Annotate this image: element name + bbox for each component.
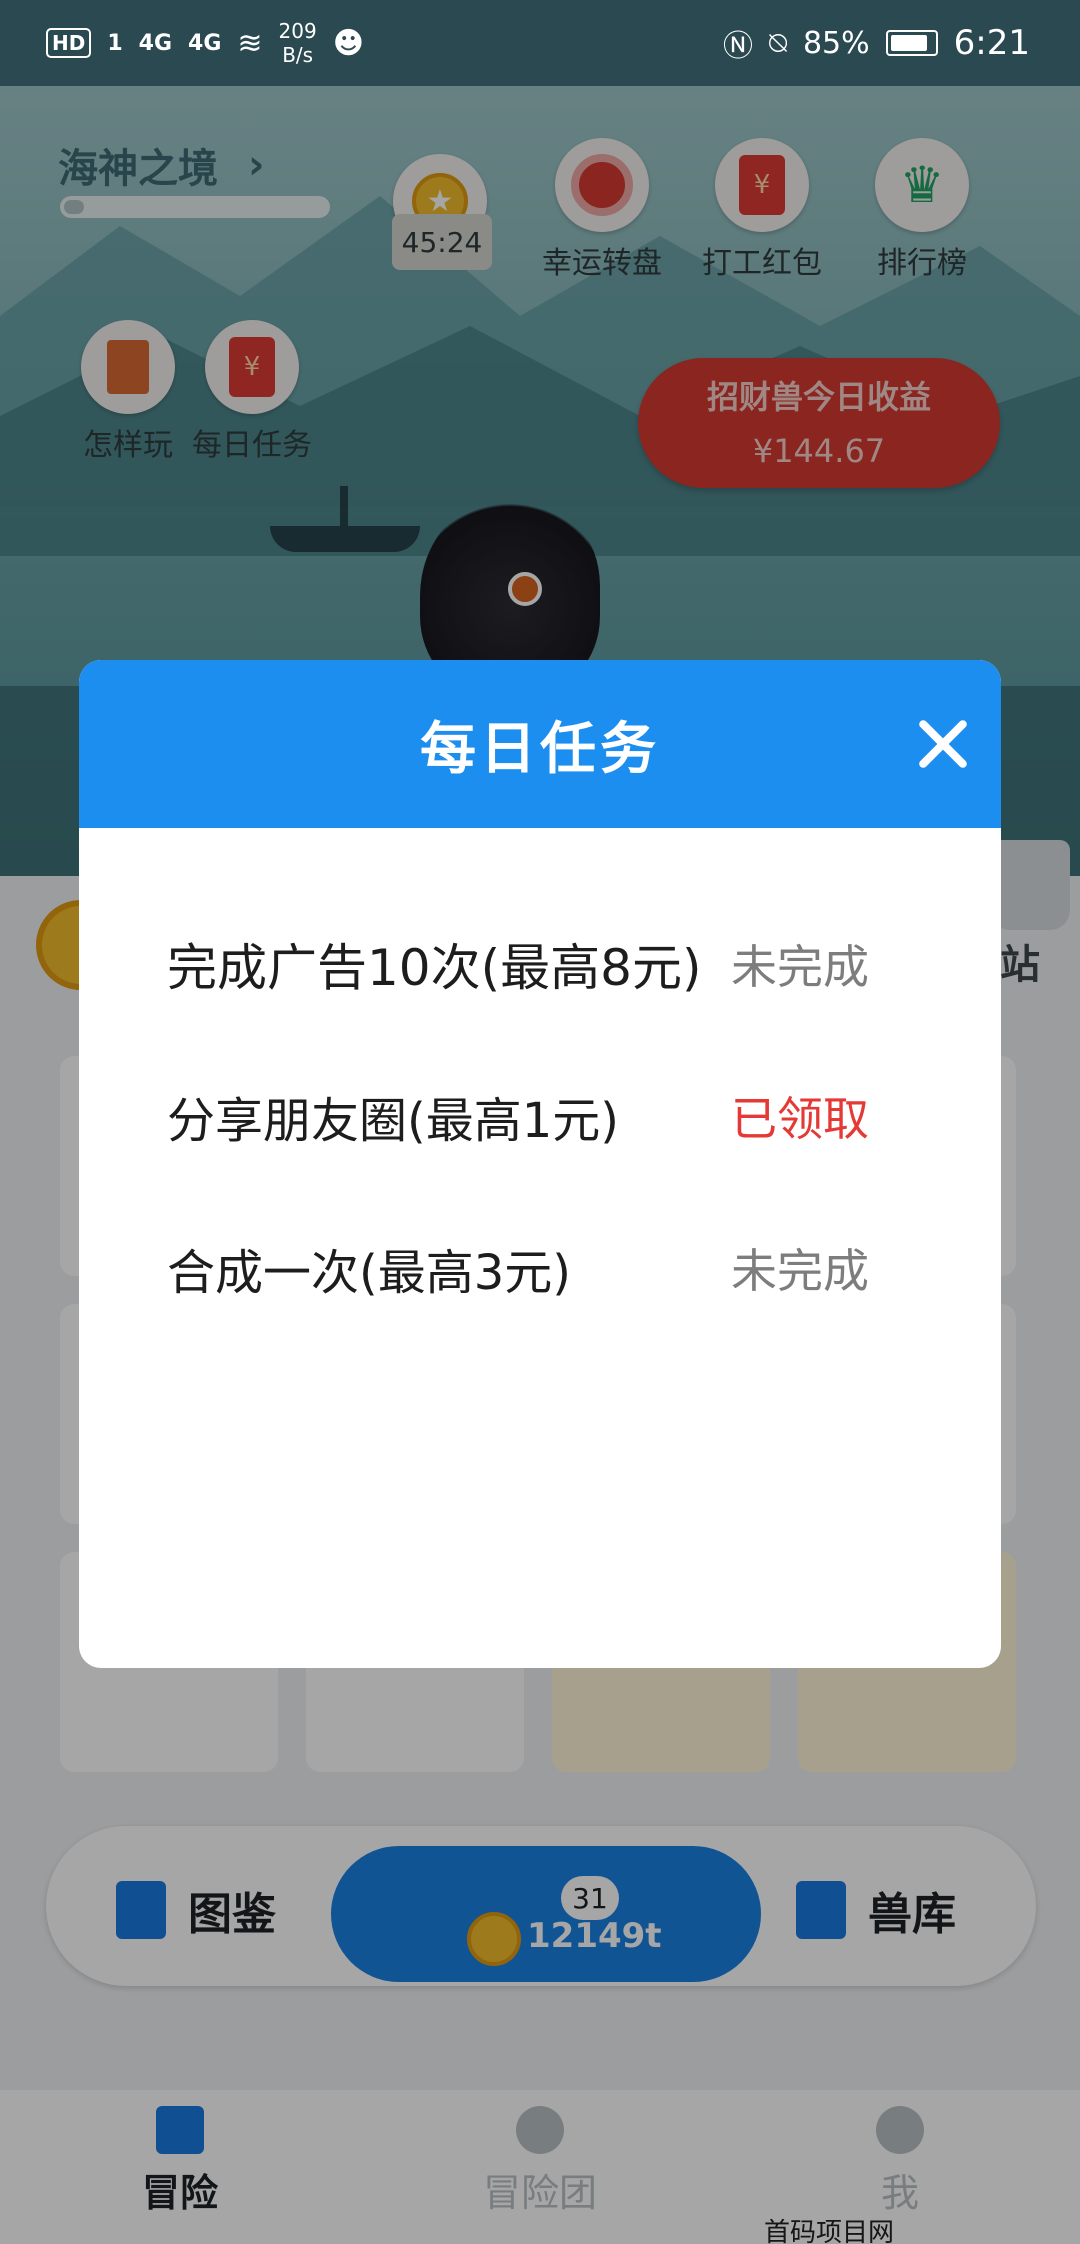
sim-indicator: 1 xyxy=(107,30,123,56)
modal-header: 每日任务 xyxy=(79,660,1001,828)
wifi-icon: ≋ xyxy=(237,25,263,61)
battery-icon xyxy=(885,30,938,56)
task-name: 完成广告10次(最高8元) xyxy=(167,939,702,997)
battery-percent: 85% xyxy=(802,25,870,61)
status-bar: HD 1 4G 4G ≋ 209 B/s ☻ Ⓝ ⍉ 85% 6:21 xyxy=(0,0,1080,86)
task-row: 完成广告10次(最高8元) 未完成 xyxy=(167,888,869,1040)
speed-unit: B/s xyxy=(282,43,314,67)
task-status[interactable]: 已领取 xyxy=(731,1083,869,1149)
task-list: 完成广告10次(最高8元) 未完成 分享朋友圈(最高1元) 已领取 合成一次(最… xyxy=(167,920,869,1344)
task-status[interactable]: 未完成 xyxy=(731,1235,869,1301)
qq-icon: ☻ xyxy=(332,25,365,61)
task-name: 合成一次(最高3元) xyxy=(167,1245,571,1301)
task-row: 分享朋友圈(最高1元) 已领取 xyxy=(167,1040,869,1192)
status-right: Ⓝ ⍉ 85% 6:21 xyxy=(723,21,1030,65)
status-left: HD 1 4G 4G ≋ 209 B/s ☻ xyxy=(46,19,364,67)
daily-tasks-modal: 每日任务 完成广告10次(最高8元) 未完成 分享朋友圈(最高1元) 已领取 合… xyxy=(79,660,1001,1668)
mute-icon: ⍉ xyxy=(768,25,787,61)
task-status[interactable]: 未完成 xyxy=(731,931,869,997)
close-icon[interactable] xyxy=(911,712,975,776)
hd-badge: HD xyxy=(46,28,92,58)
task-name: 分享朋友圈(最高1元) xyxy=(167,1093,619,1149)
modal-title: 每日任务 xyxy=(420,716,660,782)
task-row: 合成一次(最高3元) 未完成 xyxy=(167,1192,869,1344)
speed-value: 209 xyxy=(278,19,317,43)
clock: 6:21 xyxy=(953,23,1030,63)
signal-icon-2: 4G xyxy=(188,30,222,56)
nfc-icon: Ⓝ xyxy=(722,29,753,64)
signal-icon: 4G xyxy=(138,30,173,56)
network-speed: 209 B/s xyxy=(279,19,317,67)
